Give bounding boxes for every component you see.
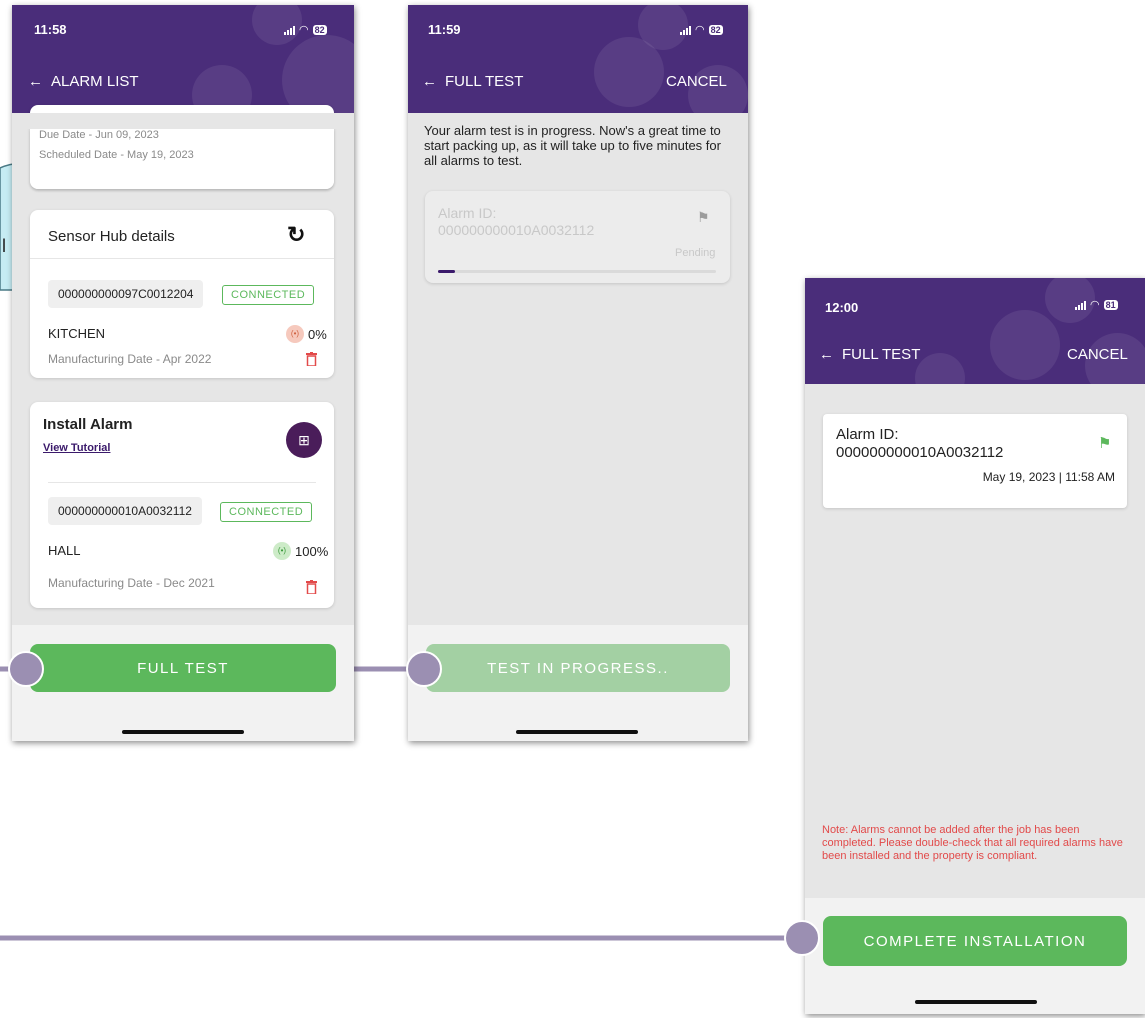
alarm-battery: (•) 100% — [273, 542, 328, 560]
test-status: Pending — [675, 247, 716, 259]
back-button[interactable]: ← ALARM LIST — [28, 73, 139, 90]
home-indicator — [516, 730, 638, 734]
hub-title: Sensor Hub details — [48, 228, 175, 245]
cancel-button[interactable]: CANCEL — [1067, 346, 1128, 363]
trash-icon[interactable] — [306, 352, 317, 366]
battery-icon: 82 — [312, 24, 327, 35]
scheduled-date-text: Scheduled Date - May 19, 2023 — [39, 149, 194, 161]
app-header: 12:00 ◠ 81 ← FULL TEST CANCEL — [805, 278, 1145, 384]
hub-location: KITCHEN — [48, 326, 106, 341]
phone-screen-test-complete: 12:00 ◠ 81 ← FULL TEST CANCEL Alarm ID: … — [805, 278, 1145, 1014]
signal-icon — [284, 25, 295, 35]
due-date-text: Due Date - Jun 09, 2023 — [39, 129, 159, 141]
sensor-hub-card: Sensor Hub details ↻ 000000000097C001220… — [30, 210, 334, 378]
flag-icon: ⚑ — [697, 209, 710, 225]
arrow-left-icon: ← — [819, 346, 834, 363]
full-test-button[interactable]: FULL TEST — [30, 644, 336, 692]
wifi-icon: ◠ — [1090, 299, 1100, 311]
wifi-icon: ◠ — [299, 24, 309, 36]
status-icons: ◠ 82 — [284, 23, 327, 36]
back-button[interactable]: ← FULL TEST — [422, 73, 523, 90]
status-icons: ◠ 81 — [1075, 298, 1118, 311]
back-button[interactable]: ← FULL TEST — [819, 346, 920, 363]
page-title: FULL TEST — [445, 73, 524, 90]
wifi-icon: ◠ — [695, 24, 705, 36]
qr-scan-icon[interactable]: ⊞ — [286, 422, 322, 458]
alarm-result-card: Alarm ID: 000000000010A0032112 ⚑ May 19,… — [823, 414, 1127, 508]
home-indicator — [122, 730, 244, 734]
refresh-icon[interactable]: ↻ — [287, 222, 305, 248]
arrow-left-icon: ← — [422, 73, 437, 90]
install-alarm-card: Install Alarm View Tutorial ⊞ 0000000000… — [30, 402, 334, 608]
scroll-mask — [12, 113, 354, 129]
page-title: FULL TEST — [842, 346, 921, 363]
hub-id: 000000000097C0012204 — [48, 280, 204, 308]
install-title: Install Alarm — [43, 416, 133, 433]
status-time: 11:58 — [34, 22, 67, 37]
hub-mfg-date: Manufacturing Date - Apr 2022 — [48, 352, 212, 366]
complete-installation-button[interactable]: COMPLETE INSTALLATION — [823, 916, 1127, 966]
divider — [48, 482, 316, 483]
progress-message: Your alarm test is in progress. Now's a … — [424, 123, 721, 168]
alarm-test-card: Alarm ID: 000000000010A0032112 ⚑ Pending — [425, 191, 730, 283]
test-progress-fill — [438, 270, 455, 273]
test-in-progress-button[interactable]: TEST IN PROGRESS.. — [426, 644, 730, 692]
test-timestamp: May 19, 2023 | 11:58 AM — [982, 470, 1115, 484]
arrow-left-icon: ← — [28, 73, 43, 90]
hub-status-badge: CONNECTED — [222, 285, 315, 305]
home-indicator — [915, 1000, 1037, 1004]
connector-dot — [406, 651, 442, 687]
alarm-id-label: Alarm ID: — [836, 426, 899, 443]
view-tutorial-link[interactable]: View Tutorial — [43, 442, 110, 454]
status-icons: ◠ 82 — [680, 23, 723, 36]
alarm-status-badge: CONNECTED — [220, 502, 313, 522]
flag-icon: ⚑ — [1098, 435, 1112, 452]
status-time: 11:59 — [428, 22, 461, 37]
cancel-button[interactable]: CANCEL — [666, 73, 727, 90]
battery-low-icon: (•) — [286, 325, 304, 343]
connector-dot — [8, 651, 44, 687]
connector-dot — [784, 920, 820, 956]
app-header: 11:59 ◠ 82 ← FULL TEST CANCEL — [408, 5, 748, 113]
alarm-id: 000000000010A0032112 — [48, 497, 202, 525]
battery-icon: 81 — [1103, 299, 1118, 310]
test-progress-bar — [438, 270, 716, 273]
page-title: ALARM LIST — [51, 73, 139, 90]
alarm-id-value: 000000000010A0032112 — [438, 222, 595, 238]
app-header: 11:58 ◠ 82 ← ALARM LIST — [12, 5, 354, 113]
battery-full-icon: (•) — [273, 542, 291, 560]
phone-screen-alarm-list: 11:58 ◠ 82 ← ALARM LIST Due Date - Jun 0… — [12, 5, 354, 741]
hub-battery: (•) 0% — [286, 325, 327, 343]
trash-icon[interactable] — [306, 580, 317, 594]
status-time: 12:00 — [825, 300, 859, 315]
phone-screen-test-in-progress: 11:59 ◠ 82 ← FULL TEST CANCEL Your alarm… — [408, 5, 748, 741]
alarm-mfg-date: Manufacturing Date - Dec 2021 — [48, 576, 215, 590]
signal-icon — [680, 25, 691, 35]
schedule-card-top: Due Date - Jun 09, 2023 Scheduled Date -… — [30, 129, 334, 189]
alarm-location: HALL — [48, 543, 81, 558]
divider — [30, 258, 334, 259]
warning-note: Note: Alarms cannot be added after the j… — [822, 824, 1123, 862]
battery-icon: 82 — [708, 24, 723, 35]
alarm-id-value: 000000000010A0032112 — [836, 444, 1004, 461]
signal-icon — [1075, 300, 1086, 310]
edge-letter: l — [2, 236, 6, 256]
alarm-id-label: Alarm ID: — [438, 205, 497, 221]
